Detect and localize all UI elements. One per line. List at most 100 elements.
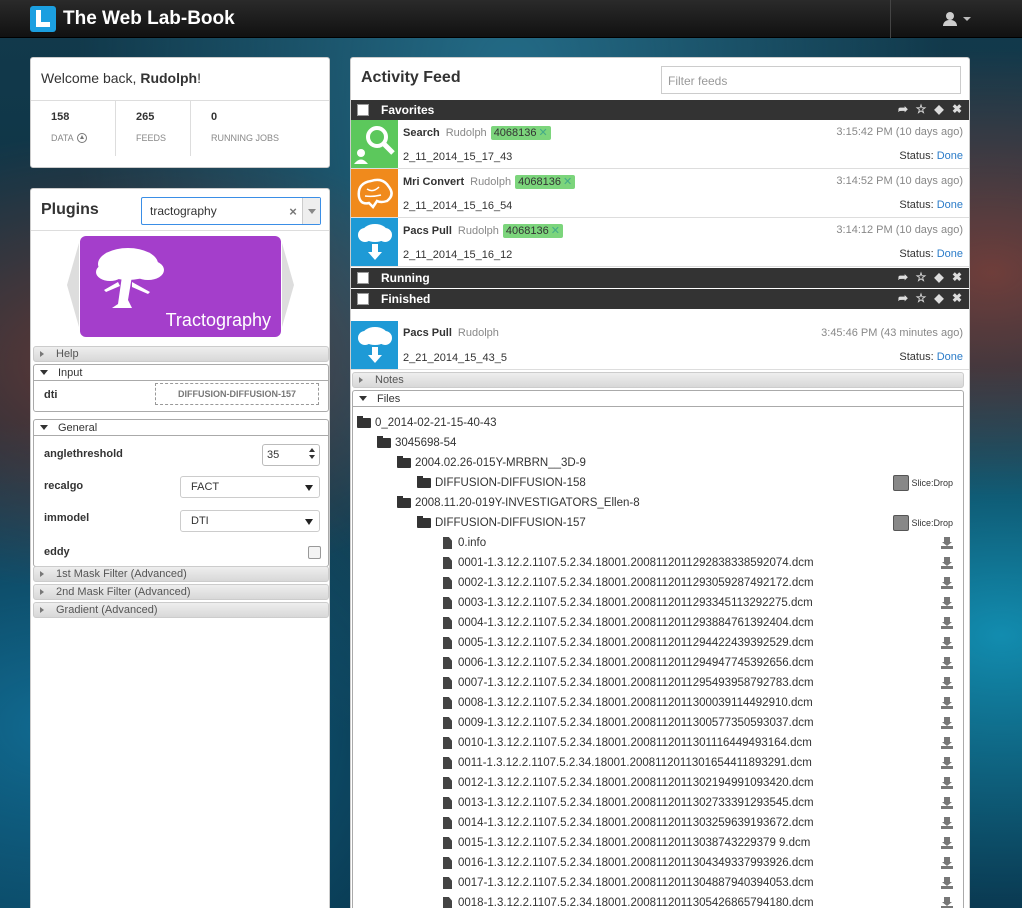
tree-file[interactable]: 0001-1.3.12.2.1107.5.2.34.18001.20081120… bbox=[443, 553, 963, 573]
remove-tag-icon[interactable]: ✕ bbox=[563, 176, 572, 188]
download-icon[interactable] bbox=[941, 897, 953, 908]
download-icon[interactable] bbox=[941, 657, 953, 669]
group-checkbox[interactable] bbox=[357, 272, 369, 284]
plugin-tile-tractography[interactable]: Tractography bbox=[80, 236, 281, 337]
feed-item[interactable]: Pacs Pull Rudolph 4068136 ✕ 3:14:12 PM (10 … bbox=[351, 218, 969, 267]
tree-file[interactable]: 0005-1.3.12.2.1107.5.2.34.18001.20081120… bbox=[443, 633, 963, 653]
star-icon[interactable]: ☆ bbox=[915, 103, 927, 115]
recalgo-select[interactable]: FACT bbox=[180, 476, 320, 498]
close-icon[interactable]: ✖ bbox=[951, 292, 963, 304]
download-icon[interactable] bbox=[941, 757, 953, 769]
section-notes[interactable]: Notes bbox=[352, 372, 964, 388]
tag-icon[interactable]: ◆ bbox=[933, 292, 945, 304]
download-icon[interactable] bbox=[941, 637, 953, 649]
star-icon[interactable]: ☆ bbox=[915, 271, 927, 283]
tree-file[interactable]: 0010-1.3.12.2.1107.5.2.34.18001.20081120… bbox=[443, 733, 963, 753]
carousel-next-arrow[interactable] bbox=[282, 243, 294, 327]
tree-folder[interactable]: 2008.11.20-019Y-INVESTIGATORS_Ellen-8 bbox=[397, 493, 963, 513]
download-icon[interactable] bbox=[941, 617, 953, 629]
decrement-icon[interactable] bbox=[309, 455, 315, 459]
filter-feeds-input[interactable]: Filter feeds bbox=[661, 66, 961, 94]
close-icon[interactable]: ✖ bbox=[951, 271, 963, 283]
download-icon[interactable] bbox=[941, 817, 953, 829]
slicedrop-button[interactable]: Slice:Drop bbox=[893, 515, 953, 531]
section-mask1[interactable]: 1st Mask Filter (Advanced) bbox=[33, 566, 329, 582]
section-mask2[interactable]: 2nd Mask Filter (Advanced) bbox=[33, 584, 329, 600]
tree-file[interactable]: 0016-1.3.12.2.1107.5.2.34.18001.20081120… bbox=[443, 853, 963, 873]
tree-file[interactable]: 0009-1.3.12.2.1107.5.2.34.18001.20081120… bbox=[443, 713, 963, 733]
tree-file[interactable]: 0008-1.3.12.2.1107.5.2.34.18001.20081120… bbox=[443, 693, 963, 713]
clear-icon[interactable]: × bbox=[284, 204, 302, 219]
share-icon[interactable]: ➦ bbox=[897, 271, 909, 283]
group-checkbox[interactable] bbox=[357, 293, 369, 305]
tree-folder-root[interactable]: 0_2014-02-21-15-40-43 bbox=[357, 413, 963, 433]
download-icon[interactable] bbox=[941, 797, 953, 809]
tag-icon[interactable]: ◆ bbox=[933, 271, 945, 283]
remove-tag-icon[interactable]: ✕ bbox=[551, 225, 560, 237]
section-general-header[interactable]: General bbox=[34, 420, 328, 436]
download-icon[interactable] bbox=[941, 577, 953, 589]
carousel-prev-arrow[interactable] bbox=[67, 243, 79, 327]
tree-file[interactable]: 0006-1.3.12.2.1107.5.2.34.18001.20081120… bbox=[443, 653, 963, 673]
star-icon[interactable]: ☆ bbox=[915, 292, 927, 304]
tree-file[interactable]: 0014-1.3.12.2.1107.5.2.34.18001.20081120… bbox=[443, 813, 963, 833]
download-icon[interactable] bbox=[941, 877, 953, 889]
tree-file[interactable]: 0007-1.3.12.2.1107.5.2.34.18001.20081120… bbox=[443, 673, 963, 693]
tree-folder[interactable]: DIFFUSION-DIFFUSION-158 Slice:Drop bbox=[417, 473, 963, 493]
plugin-search-value[interactable]: tractography bbox=[142, 204, 284, 218]
anglethreshold-stepper[interactable]: 35 bbox=[262, 444, 320, 466]
tree-file[interactable]: 0011-1.3.12.2.1107.5.2.34.18001.20081120… bbox=[443, 753, 963, 773]
tree-file[interactable]: 0018-1.3.12.2.1107.5.2.34.18001.20081120… bbox=[443, 893, 963, 908]
brand[interactable]: The Web Lab-Book bbox=[30, 6, 235, 32]
feed-tag[interactable]: 4068136 ✕ bbox=[502, 224, 563, 238]
group-checkbox[interactable] bbox=[357, 104, 369, 116]
tree-file[interactable]: 0012-1.3.12.2.1107.5.2.34.18001.20081120… bbox=[443, 773, 963, 793]
download-icon[interactable] bbox=[941, 697, 953, 709]
increment-icon[interactable] bbox=[309, 448, 315, 452]
plugin-search-select[interactable]: tractography × bbox=[141, 197, 321, 225]
feed-item[interactable]: Mri Convert Rudolph 4068136 ✕ 3:14:52 PM (1… bbox=[351, 169, 969, 218]
download-icon[interactable] bbox=[941, 537, 953, 549]
tree-file[interactable]: 0015-1.3.12.2.1107.5.2.34.18001.20081120… bbox=[443, 833, 963, 853]
download-icon[interactable] bbox=[941, 717, 953, 729]
eddy-checkbox[interactable] bbox=[308, 546, 321, 559]
files-header[interactable]: Files bbox=[353, 391, 963, 407]
download-icon[interactable] bbox=[941, 837, 953, 849]
stat-running-jobs[interactable]: 0 RUNNING JOBS bbox=[191, 101, 299, 156]
tree-folder[interactable]: DIFFUSION-DIFFUSION-157 Slice:Drop bbox=[417, 513, 963, 533]
dti-drop-target[interactable]: DIFFUSION-DIFFUSION-157 bbox=[155, 383, 319, 405]
feed-item[interactable]: Pacs Pull Rudolph 3:45:46 PM (43 minutes … bbox=[351, 321, 969, 370]
close-icon[interactable]: ✖ bbox=[951, 103, 963, 115]
stat-feeds[interactable]: 265 FEEDS bbox=[116, 101, 191, 156]
share-icon[interactable]: ➦ bbox=[897, 292, 909, 304]
group-running[interactable]: Running ➦ ☆ ◆ ✖ bbox=[351, 268, 969, 288]
tree-folder[interactable]: 2004.02.26-015Y-MRBRN__3D-9 bbox=[397, 453, 963, 473]
feed-tag[interactable]: 4068136 ✕ bbox=[515, 175, 576, 189]
download-icon[interactable] bbox=[941, 557, 953, 569]
immodel-select[interactable]: DTI bbox=[180, 510, 320, 532]
tag-icon[interactable]: ◆ bbox=[933, 103, 945, 115]
tree-file[interactable]: 0002-1.3.12.2.1107.5.2.34.18001.20081120… bbox=[443, 573, 963, 593]
tree-file[interactable]: 0013-1.3.12.2.1107.5.2.34.18001.20081120… bbox=[443, 793, 963, 813]
group-finished[interactable]: Finished ➦ ☆ ◆ ✖ bbox=[351, 289, 969, 309]
download-icon[interactable] bbox=[941, 777, 953, 789]
dropdown-toggle[interactable] bbox=[302, 198, 320, 224]
feed-item[interactable]: Search Rudolph 4068136 ✕ 3:15:42 PM (10 day… bbox=[351, 120, 969, 169]
download-icon[interactable] bbox=[941, 737, 953, 749]
download-icon[interactable] bbox=[941, 857, 953, 869]
tree-file[interactable]: 0017-1.3.12.2.1107.5.2.34.18001.20081120… bbox=[443, 873, 963, 893]
section-gradient[interactable]: Gradient (Advanced) bbox=[33, 602, 329, 618]
download-icon[interactable] bbox=[941, 677, 953, 689]
share-icon[interactable]: ➦ bbox=[897, 103, 909, 115]
tree-folder[interactable]: 3045698-54 bbox=[377, 433, 963, 453]
section-input-header[interactable]: Input bbox=[34, 365, 328, 381]
tree-file[interactable]: 0004-1.3.12.2.1107.5.2.34.18001.20081120… bbox=[443, 613, 963, 633]
upload-circle-icon[interactable] bbox=[76, 133, 87, 143]
tree-file[interactable]: 0.info bbox=[443, 533, 963, 553]
download-icon[interactable] bbox=[941, 597, 953, 609]
tree-file[interactable]: 0003-1.3.12.2.1107.5.2.34.18001.20081120… bbox=[443, 593, 963, 613]
user-menu-button[interactable] bbox=[890, 0, 1022, 38]
slicedrop-button[interactable]: Slice:Drop bbox=[893, 475, 953, 491]
group-favorites[interactable]: Favorites ➦ ☆ ◆ ✖ bbox=[351, 100, 969, 120]
feed-tag[interactable]: 4068136 ✕ bbox=[490, 126, 551, 140]
